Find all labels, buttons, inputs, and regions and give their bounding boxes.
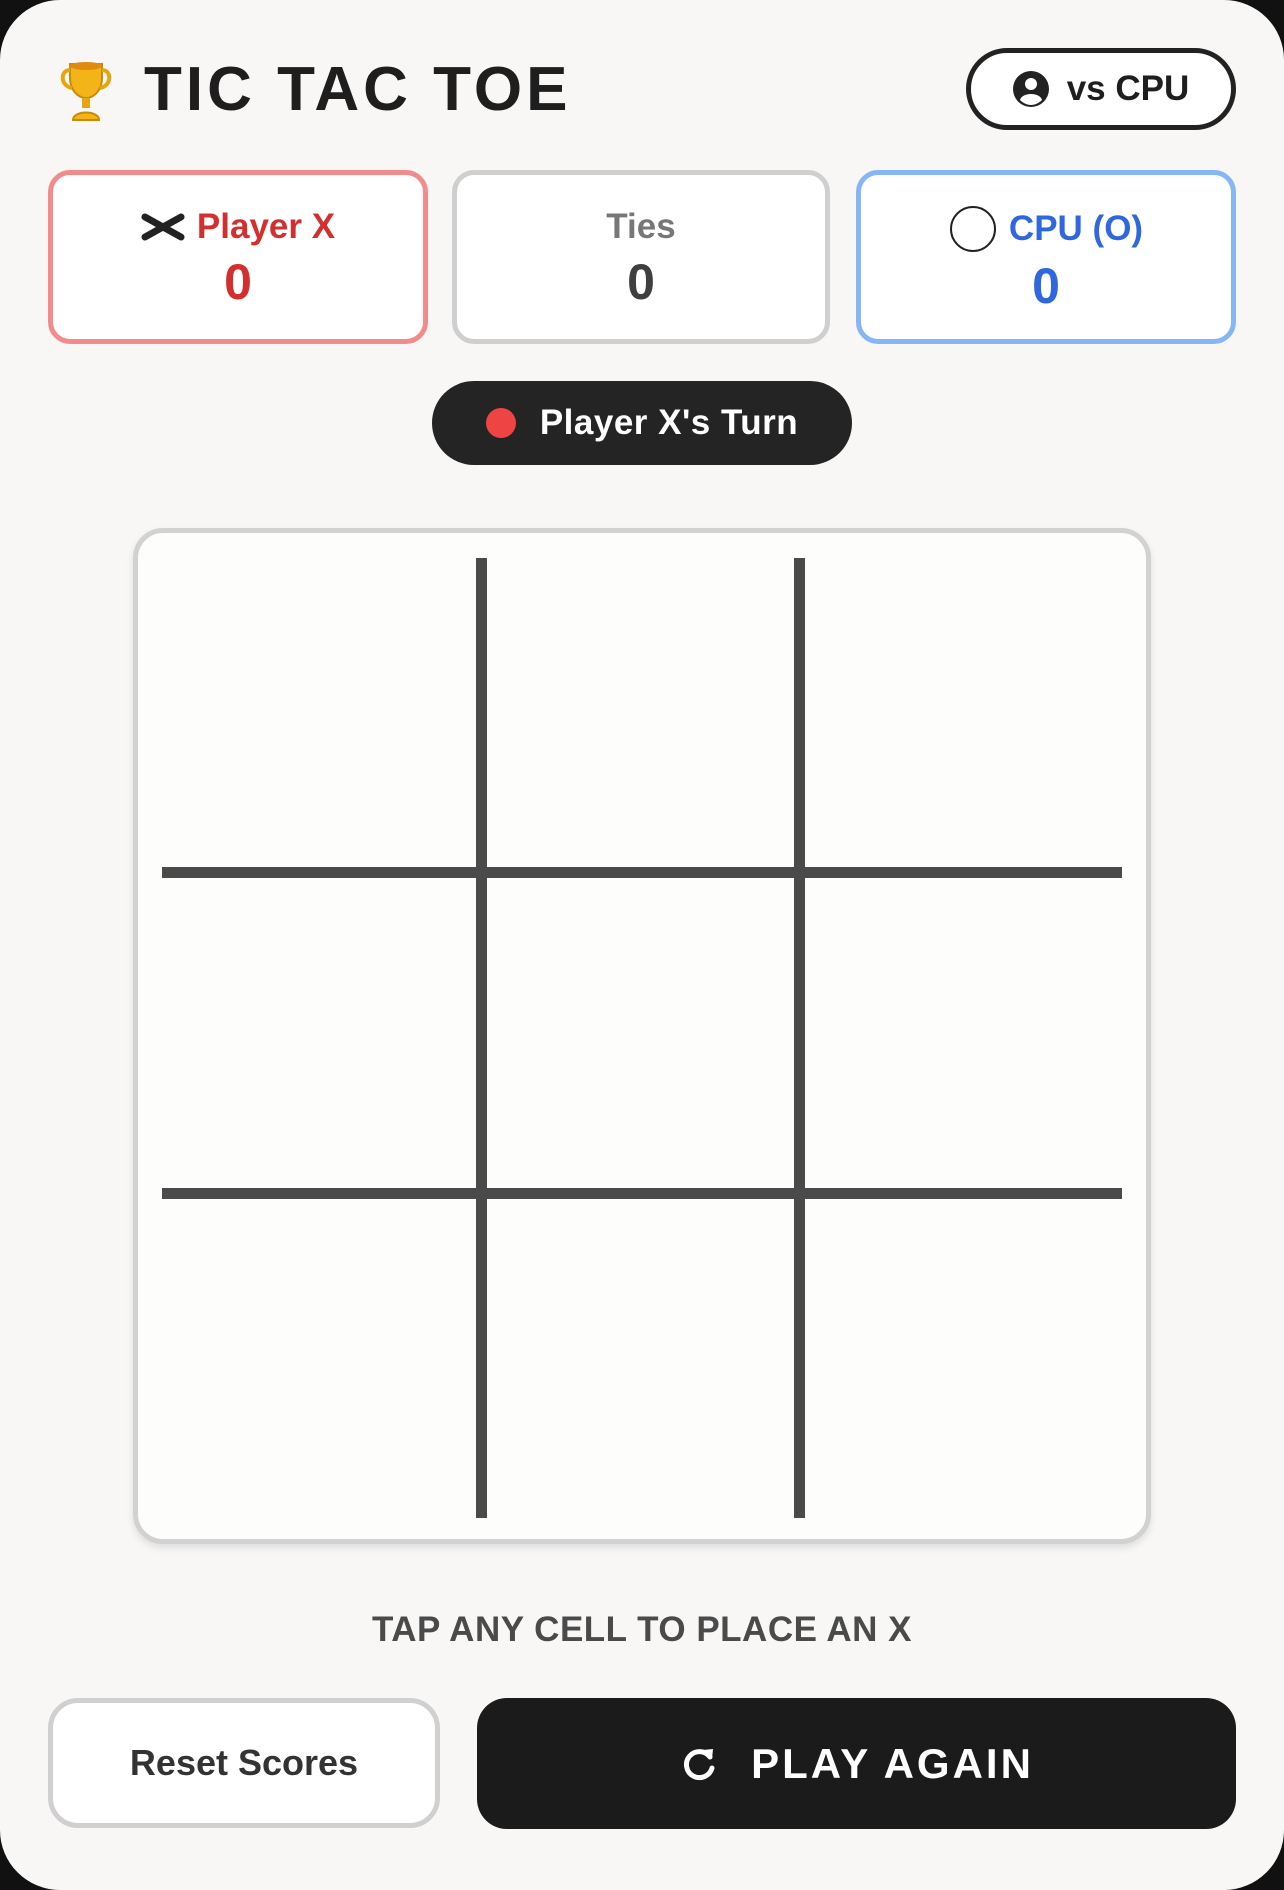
turn-indicator: Player X's Turn [432, 381, 852, 465]
hint-text: TAP ANY CELL TO PLACE AN X [371, 1610, 913, 1649]
player-x-heading: Player X [141, 205, 335, 249]
reset-scores-label: Reset Scores [129, 1742, 359, 1783]
trophy-icon [60, 62, 112, 121]
ties-score: 0 [627, 254, 655, 310]
x-icon [141, 213, 185, 241]
grid-line-vertical-2 [794, 558, 805, 1518]
board-cell-2-3[interactable] [805, 878, 1122, 1188]
board-cell-3-3[interactable] [805, 1199, 1122, 1518]
mode-label: vs CPU [1066, 69, 1190, 108]
board-cell-2-2[interactable] [487, 878, 794, 1188]
player-x-label: Player X [196, 207, 336, 246]
board-cell-3-2[interactable] [487, 1199, 794, 1518]
board-cell-3-1[interactable] [162, 1199, 476, 1518]
refresh-icon [684, 1748, 715, 1780]
cpu-o-heading: CPU (O) [949, 205, 1143, 253]
ties-heading: Ties [606, 205, 675, 249]
cpu-o-label: CPU (O) [1008, 209, 1144, 248]
game-board [133, 528, 1151, 1544]
play-again-label: PLAY AGAIN [751, 1739, 1034, 1787]
score-card-ties: Ties 0 [452, 170, 830, 344]
cpu-o-score: 0 [1032, 258, 1060, 314]
grid-line-horizontal-1 [162, 867, 1122, 878]
grid-line-horizontal-2 [162, 1188, 1122, 1199]
board-cell-1-3[interactable] [805, 558, 1122, 867]
score-card-player-x: Player X 0 [48, 170, 428, 344]
score-card-cpu-o: CPU (O) 0 [856, 170, 1236, 344]
player-x-score: 0 [224, 254, 252, 310]
app-screen: TIC TAC TOE vs CPU Player X 0 Ties 0 CPU [0, 0, 1284, 1890]
user-circle-icon [1012, 71, 1049, 107]
reset-scores-button[interactable]: Reset Scores [48, 1698, 440, 1828]
board-cell-1-1[interactable] [162, 558, 476, 867]
ties-label: Ties [606, 207, 676, 246]
turn-dot-icon [485, 408, 516, 438]
turn-label: Player X's Turn [539, 403, 799, 442]
page-title: TIC TAC TOE [144, 55, 572, 124]
mode-toggle-button[interactable]: vs CPU [966, 48, 1236, 130]
board-cell-1-2[interactable] [487, 558, 794, 867]
play-again-button[interactable]: PLAY AGAIN [477, 1698, 1236, 1829]
board-cell-2-1[interactable] [162, 878, 476, 1188]
o-icon [949, 206, 996, 252]
grid-line-vertical-1 [476, 558, 487, 1518]
